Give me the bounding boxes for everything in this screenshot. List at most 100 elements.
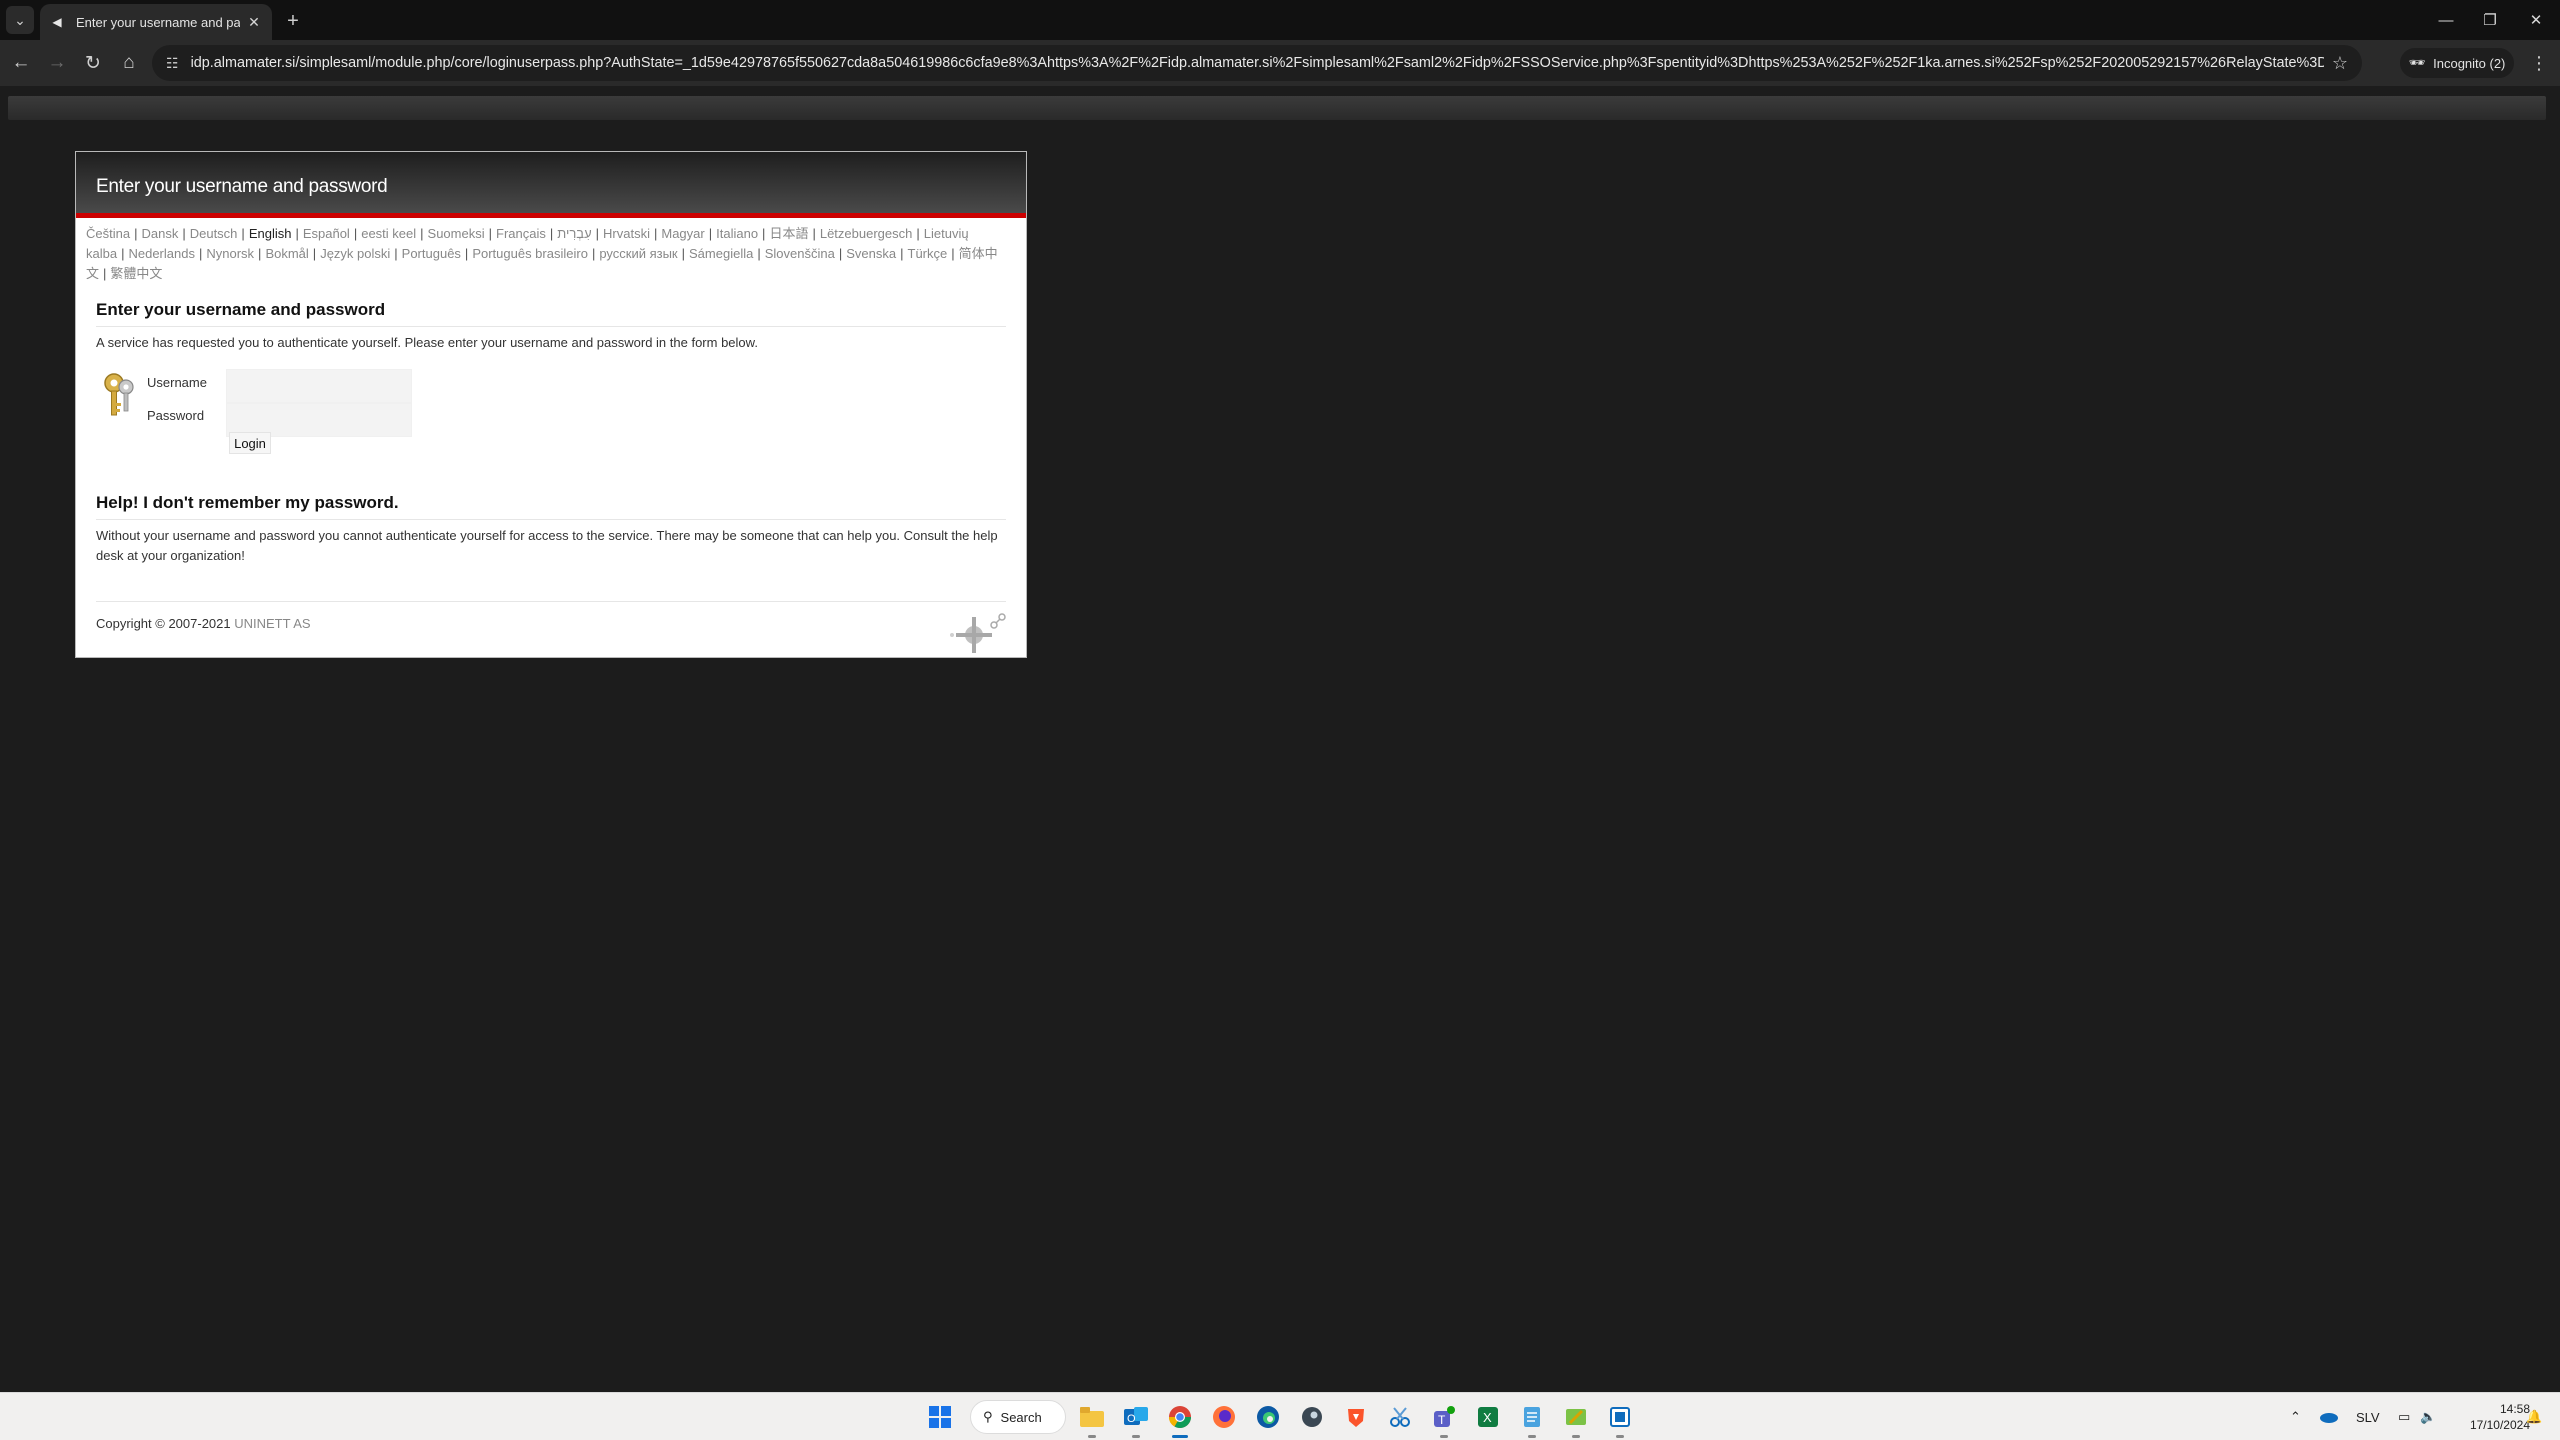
steam-icon[interactable] xyxy=(1296,1401,1328,1433)
incognito-label: Incognito (2) xyxy=(2433,55,2506,71)
edge-icon[interactable] xyxy=(1252,1401,1284,1433)
tab-search-button[interactable]: ⌄ xyxy=(6,6,34,34)
more-vertical-icon: ⋮ xyxy=(2530,52,2548,73)
footer: Copyright © 2007-2021 UNINETT AS xyxy=(96,601,1006,631)
new-tab-button[interactable]: + xyxy=(280,8,306,34)
excel-icon[interactable]: X xyxy=(1472,1401,1504,1433)
language-link[interactable]: eesti keel xyxy=(361,226,416,241)
language-link[interactable]: Português brasileiro xyxy=(472,246,588,261)
language-link[interactable]: Čeština xyxy=(86,226,130,241)
outlook-icon[interactable]: O xyxy=(1120,1401,1152,1433)
system-clock[interactable]: 14:58 17/10/2024 xyxy=(2440,1401,2530,1433)
language-link[interactable]: Nynorsk xyxy=(206,246,254,261)
snipping-tool-icon[interactable] xyxy=(1384,1401,1416,1433)
language-separator: | xyxy=(182,226,186,241)
running-indicator xyxy=(1572,1435,1580,1438)
language-link[interactable]: Magyar xyxy=(661,226,704,241)
uninett-link[interactable]: UNINETT AS xyxy=(234,616,310,631)
taskbar-search-label: Search xyxy=(1000,1409,1042,1425)
language-link[interactable]: Deutsch xyxy=(190,226,238,241)
incognito-badge[interactable]: 🕶 Incognito (2) xyxy=(2400,48,2514,78)
language-separator: | xyxy=(134,226,138,241)
network-icon[interactable]: ▭ xyxy=(2398,1393,2410,1440)
running-indicator xyxy=(1528,1435,1536,1438)
arrow-left-icon: ← xyxy=(11,52,31,73)
language-separator: | xyxy=(121,246,125,261)
login-instructions: A service has requested you to authentic… xyxy=(96,335,758,350)
reload-button[interactable]: ↻ xyxy=(78,48,108,78)
minimize-button[interactable]: — xyxy=(2424,4,2468,36)
brave-icon[interactable] xyxy=(1340,1401,1372,1433)
bookmark-star-icon[interactable]: ☆ xyxy=(2332,53,2348,74)
language-separator: | xyxy=(708,226,713,241)
login-button[interactable]: Login xyxy=(229,432,271,454)
help-heading: Help! I don't remember my password. xyxy=(96,493,1006,520)
language-link[interactable]: русский язык xyxy=(599,246,677,261)
language-link[interactable]: Dansk xyxy=(141,226,178,241)
language-link[interactable]: Bokmål xyxy=(265,246,308,261)
svg-text:T: T xyxy=(1438,1413,1446,1427)
file-explorer-icon[interactable] xyxy=(1076,1401,1108,1433)
close-tab-icon[interactable]: ✕ xyxy=(246,14,262,31)
browser-tab[interactable]: ◀ Enter your username and passw ✕ xyxy=(40,4,272,40)
language-label: SLV xyxy=(2356,1409,2380,1425)
language-separator: | xyxy=(258,246,262,261)
notification-bell-icon[interactable]: 🔔 xyxy=(2526,1393,2542,1440)
app-window-icon[interactable] xyxy=(1604,1401,1636,1433)
reload-icon: ↻ xyxy=(85,52,101,74)
browser-toolbar: ← → ↻ ⌂ ☷ idp.almamater.si/simplesaml/mo… xyxy=(0,40,2560,86)
site-info-icon[interactable]: ☷ xyxy=(166,55,179,72)
language-link[interactable]: 日本語 xyxy=(769,226,808,241)
language-link[interactable]: Português xyxy=(402,246,461,261)
restore-button[interactable]: ❐ xyxy=(2468,4,2512,36)
language-link[interactable]: Slovenščina xyxy=(765,246,835,261)
language-link[interactable]: Lëtzebuergesch xyxy=(820,226,913,241)
address-bar[interactable]: ☷ idp.almamater.si/simplesaml/module.php… xyxy=(152,45,2362,81)
notepad-icon[interactable] xyxy=(1516,1401,1548,1433)
firefox-icon[interactable] xyxy=(1208,1401,1240,1433)
language-link[interactable]: Svenska xyxy=(846,246,896,261)
close-window-button[interactable]: ✕ xyxy=(2514,4,2558,36)
language-link[interactable]: Suomeksi xyxy=(428,226,485,241)
language-separator: | xyxy=(241,226,245,241)
language-link[interactable]: Hrvatski xyxy=(603,226,650,241)
language-link[interactable]: Język polski xyxy=(320,246,390,261)
active-indicator xyxy=(1172,1435,1188,1438)
show-hidden-icons-button[interactable]: ⌃ xyxy=(2290,1393,2301,1440)
login-panel: Enter your username and password Čeština… xyxy=(75,151,1027,658)
home-button[interactable]: ⌂ xyxy=(114,48,144,78)
paint-icon[interactable] xyxy=(1560,1401,1592,1433)
onedrive-icon[interactable] xyxy=(2318,1393,2338,1440)
language-link[interactable]: Italiano xyxy=(716,226,758,241)
language-link[interactable]: Sámegiella xyxy=(689,246,753,261)
language-link[interactable]: 繁體中文 xyxy=(110,266,162,281)
language-link[interactable]: Nederlands xyxy=(128,246,195,261)
keys-icon xyxy=(104,373,134,416)
forward-button[interactable]: → xyxy=(42,48,72,78)
username-input[interactable] xyxy=(226,369,412,403)
language-link[interactable]: Türkçe xyxy=(908,246,948,261)
language-link[interactable]: עִבְרִית xyxy=(557,226,591,241)
language-link: English xyxy=(248,226,292,241)
simplesamlphp-logo-icon xyxy=(950,613,1006,653)
chevron-down-icon: ⌄ xyxy=(14,11,26,28)
svg-text:O: O xyxy=(1127,1413,1136,1425)
volume-icon[interactable]: 🔈 xyxy=(2420,1393,2436,1440)
arrow-right-icon: → xyxy=(47,52,67,73)
url-text[interactable]: idp.almamater.si/simplesaml/module.php/c… xyxy=(191,55,2324,71)
browser-menu-button[interactable]: ⋮ xyxy=(2524,48,2554,78)
language-separator: | xyxy=(549,226,554,241)
username-label: Username xyxy=(147,375,207,390)
language-link[interactable]: Français xyxy=(496,226,546,241)
language-separator: | xyxy=(420,226,424,241)
input-language-indicator[interactable]: SLV xyxy=(2356,1393,2380,1440)
taskbar-search[interactable]: ⚲ Search xyxy=(970,1400,1066,1434)
back-button[interactable]: ← xyxy=(6,48,36,78)
chrome-icon[interactable] xyxy=(1164,1401,1196,1433)
teams-icon[interactable]: T xyxy=(1428,1401,1460,1433)
language-separator: | xyxy=(595,226,600,241)
language-link[interactable]: Español xyxy=(303,226,350,241)
login-content: Enter your username and password A servi… xyxy=(76,300,1026,566)
windows-start-icon[interactable] xyxy=(924,1401,956,1433)
language-separator: | xyxy=(762,226,766,241)
